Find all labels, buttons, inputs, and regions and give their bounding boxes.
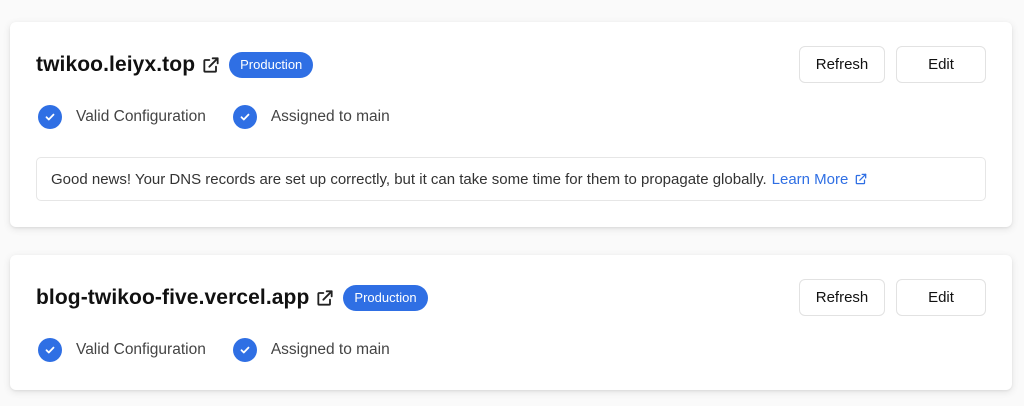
check-circle-icon [232, 338, 257, 362]
learn-more-link[interactable]: Learn More [772, 171, 869, 188]
refresh-button[interactable]: Refresh [799, 46, 885, 83]
dns-notice: Good news! Your DNS records are set up c… [36, 157, 986, 201]
domain-title: twikoo.leiyx.top [36, 53, 196, 76]
status-label: Valid Configuration [76, 341, 206, 358]
domain-card: blog-twikoo-five.vercel.app Production R… [10, 255, 1012, 390]
edit-button[interactable]: Edit [896, 46, 986, 83]
status-assigned-branch: Assigned to main [232, 105, 390, 129]
status-list: Valid Configuration Assigned to main [38, 338, 390, 362]
domain-header: twikoo.leiyx.top Production [36, 51, 314, 79]
status-list: Valid Configuration Assigned to main [38, 105, 390, 129]
status-label: Assigned to main [270, 341, 390, 358]
status-valid-configuration: Valid Configuration [38, 105, 206, 129]
status-valid-configuration: Valid Configuration [38, 338, 206, 362]
card-actions: Refresh Edit [799, 279, 986, 316]
refresh-button[interactable]: Refresh [799, 279, 885, 316]
status-assigned-branch: Assigned to main [232, 338, 390, 362]
external-link-icon[interactable] [314, 287, 336, 309]
check-circle-icon [38, 105, 62, 129]
environment-badge: Production [229, 52, 314, 78]
domain-card: twikoo.leiyx.top Production Refresh Edit… [10, 22, 1012, 227]
external-link-icon[interactable] [200, 54, 222, 76]
environment-badge: Production [343, 285, 428, 311]
notice-text: Good news! Your DNS records are set up c… [51, 170, 767, 188]
external-link-icon [856, 173, 867, 185]
domain-header: blog-twikoo-five.vercel.app Production [36, 284, 428, 312]
edit-button[interactable]: Edit [896, 279, 986, 316]
status-label: Assigned to main [270, 108, 390, 125]
check-circle-icon [38, 338, 62, 362]
domain-title: blog-twikoo-five.vercel.app [36, 286, 310, 309]
check-circle-icon [232, 105, 257, 129]
learn-more-label: Learn More [771, 170, 849, 188]
status-label: Valid Configuration [76, 108, 206, 125]
card-actions: Refresh Edit [799, 46, 986, 83]
